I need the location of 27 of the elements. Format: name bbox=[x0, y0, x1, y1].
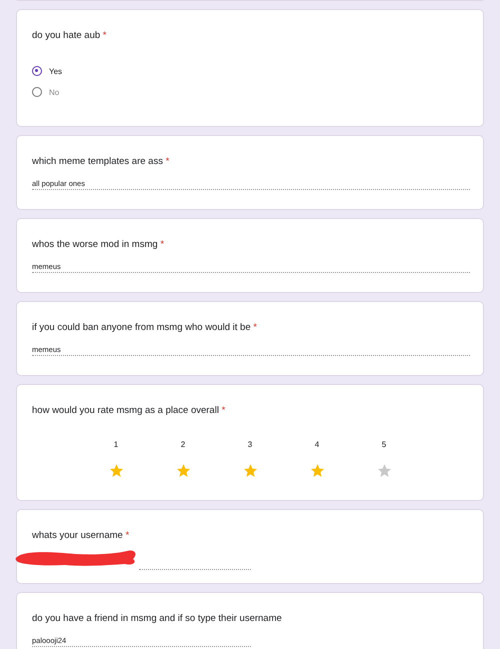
radio-button[interactable] bbox=[32, 66, 42, 76]
radio-button[interactable] bbox=[32, 87, 42, 97]
option-label: Yes bbox=[49, 66, 62, 76]
star-icon[interactable] bbox=[378, 464, 390, 477]
scale-number: 5 bbox=[380, 440, 388, 450]
required-asterisk: * bbox=[102, 30, 106, 41]
question-title: do you hate aub * bbox=[32, 30, 108, 42]
option-label: No bbox=[49, 88, 60, 96]
question-title: if you could ban anyone from msmg who would it be * bbox=[32, 322, 258, 334]
required-asterisk: * bbox=[222, 405, 226, 416]
question-title: whats your username * bbox=[32, 530, 130, 542]
question-title: how would you rate msmg as a place overall * bbox=[32, 405, 226, 417]
question-title: which meme templates are ass * bbox=[32, 156, 170, 168]
required-asterisk: * bbox=[253, 322, 257, 333]
required-asterisk: * bbox=[160, 239, 164, 250]
star-icon[interactable] bbox=[244, 464, 256, 477]
required-asterisk: * bbox=[166, 156, 170, 167]
star-icon[interactable] bbox=[176, 464, 190, 477]
scale-number: 3 bbox=[246, 440, 254, 450]
scale-number: 4 bbox=[314, 440, 320, 450]
question-title: do you have a friend in msmg and if so type their username bbox=[32, 613, 283, 625]
scale-number: 1 bbox=[112, 440, 120, 450]
star-icon[interactable] bbox=[310, 464, 324, 477]
question-title: whos the worse mod in msmg * bbox=[32, 239, 166, 251]
star-icon[interactable] bbox=[110, 464, 122, 477]
scale-number: 2 bbox=[180, 440, 186, 450]
required-asterisk: * bbox=[125, 530, 130, 541]
